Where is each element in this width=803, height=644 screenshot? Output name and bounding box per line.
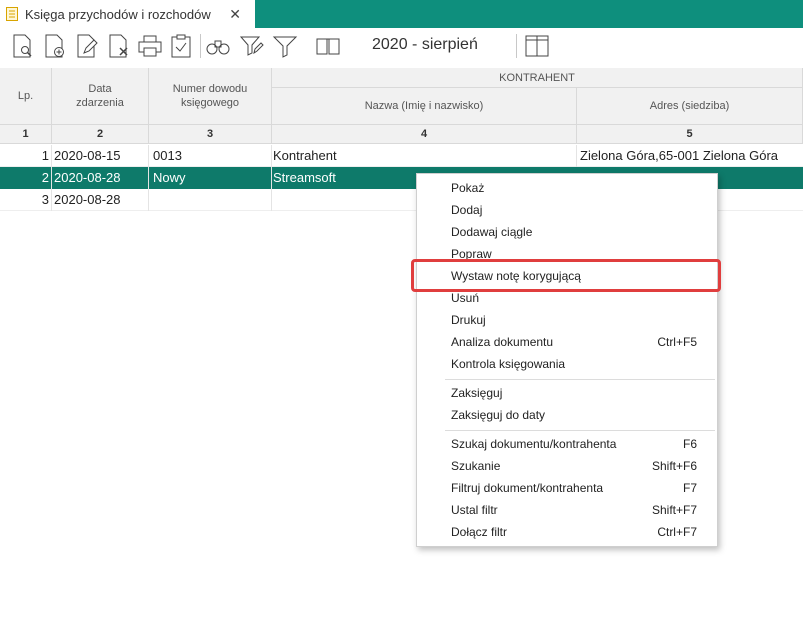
col-header-adres[interactable]: Adres (siedziba): [577, 88, 803, 125]
edit-document-icon[interactable]: [74, 33, 100, 59]
filter-edit-icon[interactable]: [239, 33, 265, 59]
menu-item-shortcut: Ctrl+F7: [657, 525, 697, 539]
col-header-data[interactable]: Data zdarzenia: [52, 68, 149, 125]
document-list-icon: [6, 7, 18, 21]
menu-item-label: Analiza dokumentu: [451, 335, 554, 349]
period-label[interactable]: 2020 - sierpień: [372, 36, 478, 54]
menu-item-szukanie[interactable]: Szukanie Shift+F6: [417, 455, 717, 477]
menu-item-kontrola[interactable]: Kontrola księgowania: [417, 353, 717, 375]
menu-item-label: Zaksięguj do daty: [451, 408, 546, 422]
menu-item-shortcut: F6: [682, 437, 697, 451]
col-number: 5: [577, 125, 803, 144]
menu-separator: [445, 430, 715, 431]
menu-item-label: Filtruj dokument/kontrahenta: [451, 481, 604, 495]
menu-item-drukuj[interactable]: Drukuj: [417, 309, 717, 331]
add-document-icon[interactable]: [42, 33, 68, 59]
menu-item-zaksieguj[interactable]: Zaksięguj: [417, 382, 717, 404]
cell-numer: Nowy: [153, 170, 186, 185]
toolbar-separator: [200, 34, 201, 58]
book-icon[interactable]: [315, 33, 341, 59]
col-header-kontrahent: KONTRAHENT: [272, 68, 803, 88]
tab-title: Księga przychodów i rozchodów: [25, 6, 211, 22]
menu-item-label: Dodawaj ciągle: [451, 225, 533, 239]
tab-ksiega[interactable]: Księga przychodów i rozchodów ✕: [0, 0, 255, 28]
col-number: 4: [272, 125, 577, 144]
column-divider: [148, 145, 149, 211]
delete-document-icon[interactable]: [106, 33, 132, 59]
table-row[interactable]: 1 2020-08-15 0013 Kontrahent Zielona Gór…: [0, 145, 803, 167]
cell-numer: 0013: [153, 148, 182, 163]
cell-lp: 3: [41, 192, 49, 207]
preview-document-icon[interactable]: [10, 33, 36, 59]
cell-data: 2020-08-28: [54, 192, 121, 207]
menu-item-label: Kontrola księgowania: [451, 357, 566, 371]
cell-nazwa: Kontrahent: [273, 148, 337, 163]
layout-columns-icon[interactable]: [524, 33, 550, 59]
col-header-nazwa[interactable]: Nazwa (Imię i nazwisko): [272, 88, 577, 125]
menu-item-dolacz-filtr[interactable]: Dołącz filtr Ctrl+F7: [417, 521, 717, 543]
tab-strip: Księga przychodów i rozchodów ✕: [0, 0, 803, 28]
cell-data: 2020-08-15: [54, 148, 121, 163]
toolbar-separator: [516, 34, 517, 58]
menu-item-shortcut: F7: [682, 481, 697, 495]
menu-item-label: Zaksięguj: [451, 386, 503, 400]
menu-item-label: Dodaj: [451, 203, 483, 217]
menu-separator: [445, 379, 715, 380]
menu-item-filtruj[interactable]: Filtruj dokument/kontrahenta F7: [417, 477, 717, 499]
menu-item-label: Pokaż: [451, 181, 485, 195]
menu-item-zaksieguj-do-daty[interactable]: Zaksięguj do daty: [417, 404, 717, 426]
cell-data: 2020-08-28: [54, 170, 121, 185]
col-number: 2: [52, 125, 149, 144]
menu-item-label: Dołącz filtr: [451, 525, 508, 539]
context-menu: Pokaż Dodaj Dodawaj ciągle Popraw Wystaw…: [416, 173, 718, 547]
menu-item-shortcut: Shift+F6: [651, 459, 697, 473]
menu-item-analiza[interactable]: Analiza dokumentu Ctrl+F5: [417, 331, 717, 353]
cell-adres: Zielona Góra,65-001 Zielona Góra: [580, 148, 779, 163]
cell-numer: [153, 189, 271, 211]
column-divider: [271, 145, 272, 211]
col-header-lp[interactable]: Lp.: [0, 68, 52, 125]
highlight-box: [411, 259, 721, 292]
cell-lp: 1: [41, 148, 49, 163]
filter-icon[interactable]: [272, 33, 298, 59]
menu-item-szukaj[interactable]: Szukaj dokumentu/kontrahenta F6: [417, 433, 717, 455]
menu-item-dodaj[interactable]: Dodaj: [417, 199, 717, 221]
menu-item-label: Drukuj: [451, 313, 486, 327]
clipboard-check-icon[interactable]: [168, 33, 194, 59]
printer-icon[interactable]: [137, 33, 163, 59]
col-header-numer[interactable]: Numer dowodu księgowego: [149, 68, 272, 125]
menu-item-pokaz[interactable]: Pokaż: [417, 177, 717, 199]
menu-item-ustal-filtr[interactable]: Ustal filtr Shift+F7: [417, 499, 717, 521]
menu-item-label: Szukanie: [451, 459, 501, 473]
column-divider: [51, 145, 52, 211]
close-icon[interactable]: ✕: [229, 6, 241, 23]
menu-item-label: Ustal filtr: [451, 503, 498, 517]
binoculars-icon[interactable]: [205, 33, 231, 59]
col-number: 3: [149, 125, 272, 144]
menu-item-label: Usuń: [451, 291, 480, 305]
menu-item-shortcut: Shift+F7: [651, 503, 697, 517]
menu-item-dodawaj-ciagle[interactable]: Dodawaj ciągle: [417, 221, 717, 243]
col-number: 1: [0, 125, 52, 144]
toolbar: 2020 - sierpień: [0, 28, 803, 68]
cell-lp: 2: [41, 170, 49, 185]
menu-item-label: Szukaj dokumentu/kontrahenta: [451, 437, 617, 451]
column-divider: [576, 145, 577, 167]
menu-item-shortcut: Ctrl+F5: [657, 335, 697, 349]
